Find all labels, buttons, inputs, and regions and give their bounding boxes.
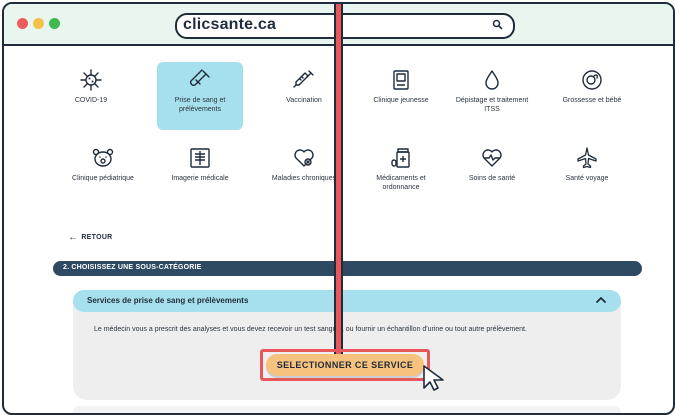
arrow-left-icon: ← (68, 232, 79, 243)
category-label: Clinique jeunesse (373, 97, 429, 104)
category-label: Soins de santé (468, 175, 516, 182)
category-grossesse-bebe[interactable]: Grossesse et bébé (542, 62, 642, 128)
category-sante-voyage[interactable]: Santé voyage (544, 140, 630, 206)
category-depistage-itss[interactable]: Dépistage et traitement ITSS (449, 62, 535, 128)
browser-window: clicsante.ca COVID-19 Prise de sang et p… (2, 2, 675, 415)
subcategory-accordion-header[interactable]: Services de prise de sang et prélèvement… (73, 290, 621, 312)
heartbeat-icon (482, 149, 502, 167)
category-imagerie-medicale[interactable]: Imagerie médicale (157, 140, 243, 206)
category-label: COVID-19 (74, 97, 108, 104)
back-label: RETOUR (81, 234, 113, 241)
category-prise-de-sang[interactable]: Prise de sang et prélèvements (157, 62, 243, 130)
step-title: 2. CHOISISSEZ UNE SOUS-CATÉGORIE (63, 264, 202, 271)
category-label: Santé voyage (565, 175, 609, 182)
address-bar[interactable]: clicsante.ca (175, 13, 515, 39)
teddy-bear-icon (92, 148, 114, 167)
subcategory-description: Le médecin vous a prescrit des analyses … (94, 326, 527, 333)
back-link[interactable]: ← RETOUR (68, 232, 113, 243)
pill-bottle-icon (391, 148, 410, 168)
next-panel (73, 406, 621, 413)
step-header: 2. CHOISISSEZ UNE SOUS-CATÉGORIE (53, 261, 642, 276)
category-label: Prise de sang et prélèvements (174, 97, 226, 113)
close-window-icon[interactable] (17, 18, 28, 29)
syringe-icon (293, 70, 314, 88)
category-medicaments[interactable]: Médicaments et ordonnance (358, 140, 444, 206)
search-icon[interactable] (492, 19, 503, 30)
category-label: Médicaments et ordonnance (376, 175, 426, 191)
xray-icon (190, 148, 210, 168)
select-service-button[interactable]: SELECTIONNER CE SERVICE (266, 354, 424, 376)
subcategory-title: Services de prise de sang et prélèvement… (87, 296, 249, 305)
category-clinique-jeunesse[interactable]: Clinique jeunesse (358, 62, 444, 128)
test-tube-icon (190, 69, 210, 86)
heart-icon (294, 149, 314, 167)
category-label: Clinique pédiatrique (72, 175, 134, 182)
chevron-up-icon[interactable] (595, 294, 607, 306)
baby-icon (582, 70, 602, 90)
category-label: Grossesse et bébé (562, 97, 622, 104)
clipboard-icon (393, 70, 409, 90)
category-soins-de-sante[interactable]: Soins de santé (449, 140, 535, 206)
url-text: clicsante.ca (183, 16, 277, 33)
maximize-window-icon[interactable] (49, 18, 60, 29)
highlight-line (336, 4, 341, 369)
select-service-label: SELECTIONNER CE SERVICE (276, 360, 414, 370)
category-label: Dépistage et traitement ITSS (455, 97, 529, 113)
category-clinique-pediatrique[interactable]: Clinique pédiatrique (60, 140, 146, 206)
minimize-window-icon[interactable] (33, 18, 44, 29)
airplane-icon (577, 147, 597, 169)
category-covid19[interactable]: COVID-19 (48, 62, 134, 128)
virus-icon (80, 69, 102, 91)
mouse-cursor-icon (423, 365, 444, 391)
drop-icon (485, 70, 499, 90)
category-label: Imagerie médicale (171, 175, 229, 182)
